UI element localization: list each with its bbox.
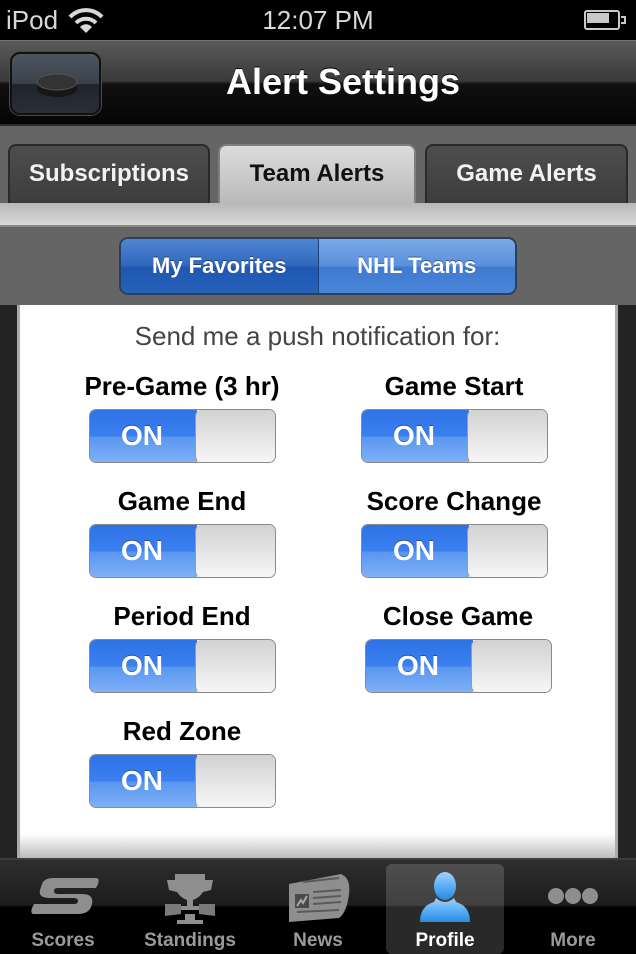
toggle-state: ON	[365, 640, 473, 692]
alert-red-zone: Red Zone ON	[47, 714, 317, 808]
tabbar-item-scores[interactable]: Scores	[4, 864, 122, 954]
alert-type-tabs: Subscriptions Team Alerts Game Alerts	[0, 126, 636, 206]
tabbar-item-profile[interactable]: Profile	[386, 864, 504, 954]
tab-subscriptions[interactable]: Subscriptions	[8, 144, 210, 204]
alert-score-change: Score Change ON	[319, 484, 589, 578]
tabbar-item-news[interactable]: News	[259, 864, 377, 954]
bottom-tab-bar: Scores Standings News Profile More	[0, 858, 636, 954]
alert-pre-game: Pre-Game (3 hr) ON	[47, 369, 317, 463]
tabbar-label: Standings	[144, 930, 236, 951]
alert-label: Score Change	[366, 486, 542, 516]
alerts-card: Send me a push notification for: Pre-Gam…	[17, 305, 618, 858]
alert-label: Period End	[113, 601, 251, 631]
close-game-toggle[interactable]: ON	[364, 639, 552, 693]
period-end-toggle[interactable]: ON	[88, 639, 276, 693]
alert-close-game: Close Game ON	[323, 599, 593, 693]
alert-label: Close Game	[382, 601, 534, 631]
tabbar-label: More	[550, 930, 596, 951]
game-end-toggle[interactable]: ON	[88, 524, 276, 578]
tab-game-alerts[interactable]: Game Alerts	[425, 144, 628, 204]
alert-game-start: Game Start ON	[319, 369, 589, 463]
toggle-knob	[194, 410, 275, 462]
segment-nhl-teams[interactable]: NHL Teams	[318, 239, 515, 293]
toggle-state: ON	[361, 525, 469, 577]
intro-text: Send me a push notification for:	[134, 321, 501, 351]
tabbar-label: Profile	[415, 930, 475, 951]
page-title: Alert Settings	[225, 61, 461, 102]
scores-icon	[31, 878, 99, 914]
tab-team-alerts[interactable]: Team Alerts	[218, 144, 416, 206]
segment-my-favorites[interactable]: My Favorites	[121, 239, 319, 293]
tabbar-label: News	[293, 930, 343, 951]
score-change-toggle[interactable]: ON	[360, 524, 548, 578]
pre-game-toggle[interactable]: ON	[88, 409, 276, 463]
battery-icon	[584, 10, 626, 30]
toggle-state: ON	[89, 525, 197, 577]
toggle-knob	[466, 410, 547, 462]
toggle-knob	[194, 525, 275, 577]
card-bottom-fade	[20, 834, 615, 858]
tabbar-label: Scores	[31, 930, 95, 951]
game-start-toggle[interactable]: ON	[360, 409, 548, 463]
toggle-state: ON	[89, 755, 197, 807]
trophy-icon	[165, 874, 215, 924]
tab-underbar	[0, 203, 636, 227]
status-bar: iPod 12:07 PM	[0, 0, 636, 40]
alert-period-end: Period End ON	[47, 599, 317, 693]
alert-label: Pre-Game (3 hr)	[84, 371, 280, 401]
navigation-bar: Alert Settings	[0, 40, 636, 126]
person-icon	[420, 872, 470, 922]
alert-label: Red Zone	[122, 716, 242, 746]
clock: 12:07 PM	[262, 5, 374, 35]
toggle-knob	[470, 640, 551, 692]
toggle-knob	[194, 640, 275, 692]
toggle-state: ON	[89, 410, 197, 462]
newspaper-icon	[289, 874, 350, 922]
tabbar-item-standings[interactable]: Standings	[131, 864, 249, 954]
segment-area: My Favorites NHL Teams	[0, 227, 636, 305]
alert-label: Game Start	[384, 371, 524, 401]
toggle-knob	[466, 525, 547, 577]
toggle-state: ON	[89, 640, 197, 692]
alert-game-end: Game End ON	[47, 484, 317, 578]
toggle-state: ON	[361, 410, 469, 462]
tabbar-item-more[interactable]: More	[514, 864, 632, 954]
toggle-knob	[194, 755, 275, 807]
team-scope-segmented-control: My Favorites NHL Teams	[119, 237, 517, 295]
alert-label: Game End	[117, 486, 247, 516]
red-zone-toggle[interactable]: ON	[88, 754, 276, 808]
more-icon	[548, 888, 598, 904]
